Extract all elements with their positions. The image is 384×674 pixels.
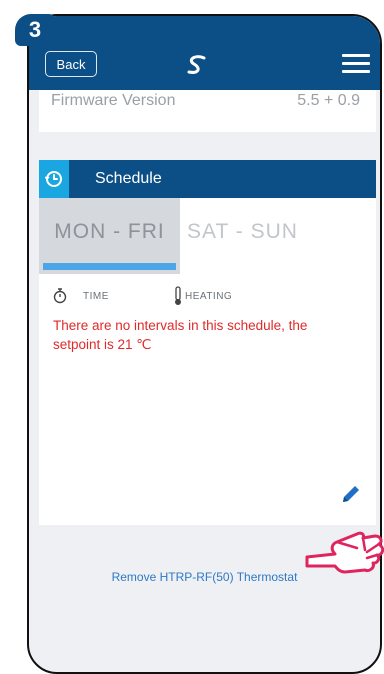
legend-time: TIME: [53, 288, 109, 304]
legend-heating: HEATING: [173, 286, 232, 306]
firmware-version-row: Firmware Version 5.5 + 0.9: [39, 90, 376, 132]
legend-time-label: TIME: [83, 290, 109, 302]
tab-mon-fri[interactable]: MON - FRI: [39, 198, 180, 274]
thermometer-icon: [175, 286, 181, 305]
tab-sat-sun[interactable]: SAT - SUN: [187, 220, 298, 244]
firmware-label: Firmware Version: [51, 92, 176, 109]
schedule-card: Schedule MON - FRI SAT - SUN TIME HEATIN…: [39, 160, 376, 525]
schedule-clock-icon: [39, 160, 69, 198]
tab-mon-fri-label: MON - FRI: [54, 220, 165, 243]
step-number-badge: 3: [15, 14, 55, 46]
back-button[interactable]: Back: [45, 51, 97, 77]
tab-selected-indicator: [43, 263, 176, 270]
schedule-legend: TIME HEATING: [39, 274, 376, 314]
hamburger-menu-icon[interactable]: [342, 54, 370, 74]
firmware-value: 5.5 + 0.9: [297, 92, 360, 109]
app-header: Back: [29, 16, 380, 90]
day-tabs: MON - FRI SAT - SUN: [39, 198, 376, 274]
schedule-title: Schedule: [95, 170, 162, 187]
no-intervals-message: There are no intervals in this schedule,…: [53, 318, 308, 352]
schedule-header: Schedule: [39, 160, 376, 198]
salus-logo-icon: [187, 55, 206, 74]
pointing-hand-icon: [305, 531, 384, 574]
legend-heating-label: HEATING: [185, 290, 233, 302]
stopwatch-icon: [53, 288, 67, 304]
pencil-icon[interactable]: [340, 483, 362, 505]
